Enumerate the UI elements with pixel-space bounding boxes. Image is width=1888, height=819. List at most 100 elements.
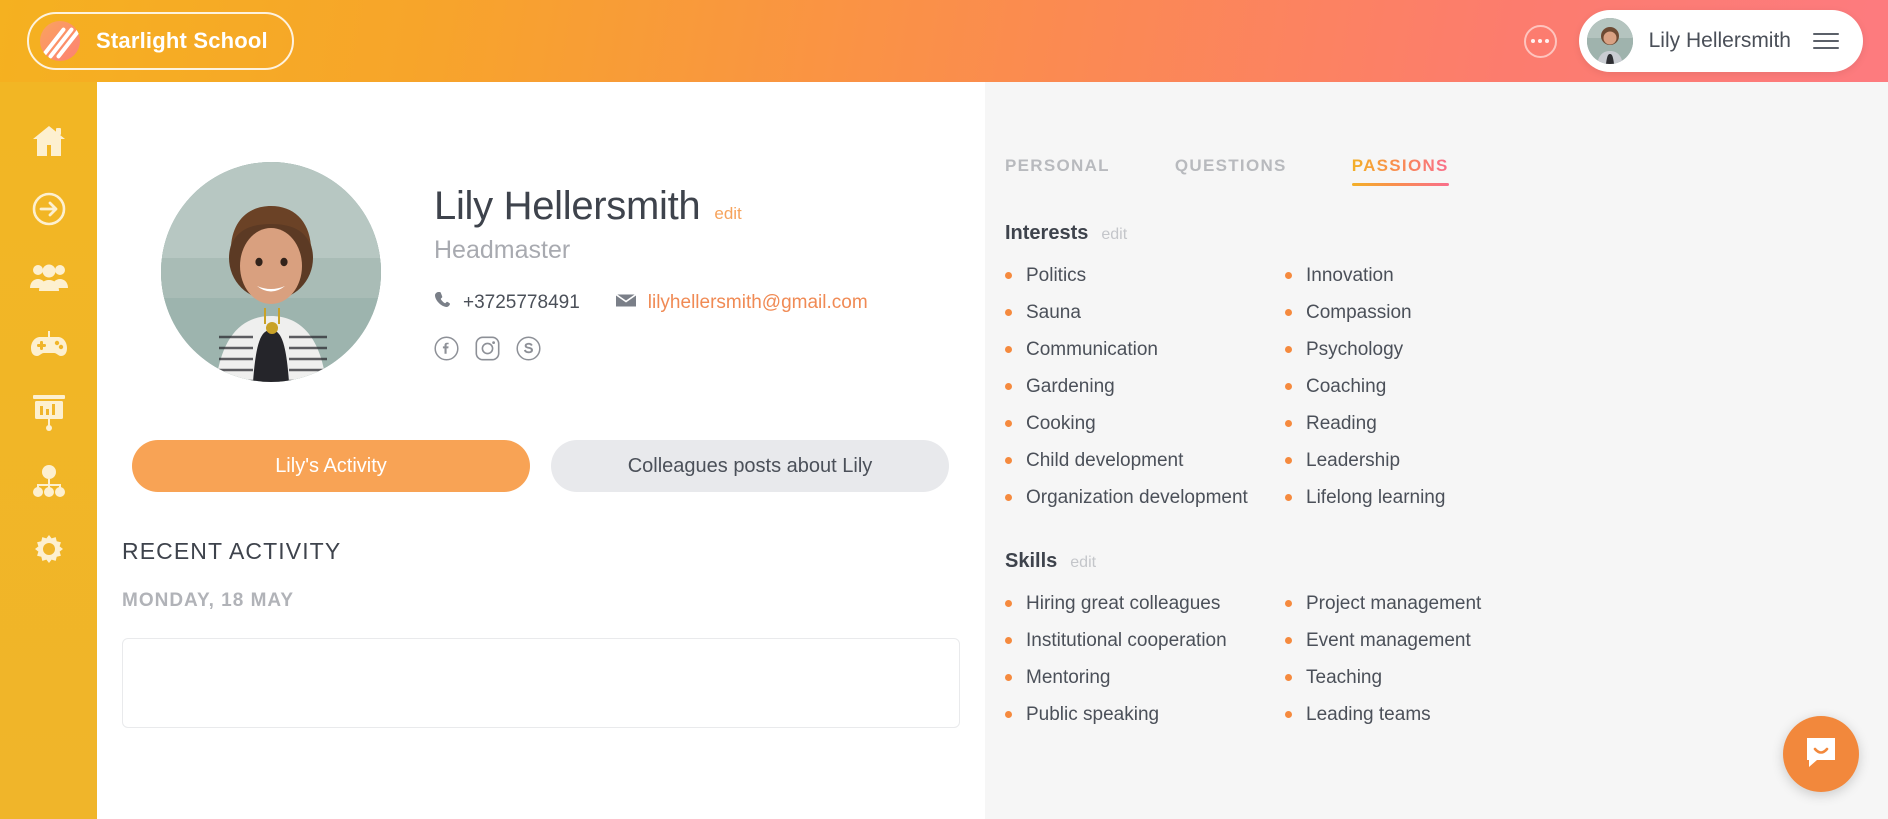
profile-name-row: Lily Hellersmith edit [434,184,868,229]
list-item: Leading teams [1285,696,1565,733]
skills-list: Hiring great colleagues Project manageme… [1005,585,1888,733]
list-item: Public speaking [1005,696,1285,733]
list-item: Cooking [1005,405,1285,442]
bullet-dot-icon [1005,494,1012,501]
email-address: lilyhellersmith@gmail.com [647,291,868,313]
sidebar-item-games[interactable] [17,326,81,368]
instagram-icon[interactable] [475,336,500,361]
avatar [1586,18,1633,64]
phone-contact[interactable]: +3725778491 [434,291,580,314]
brand-logo-button[interactable]: Starlight School [27,12,294,70]
list-item-label: Sauna [1026,301,1081,323]
sidebar-item-onboarding[interactable] [17,190,81,232]
sidebar-item-settings[interactable] [17,530,81,572]
sidebar-item-people[interactable] [17,258,81,300]
presentation-chart-icon [32,394,66,436]
interests-edit-link[interactable]: edit [1101,226,1127,244]
sidebar-item-structure[interactable] [17,462,81,504]
list-item: Mentoring [1005,659,1285,696]
list-item-label: Public speaking [1026,703,1160,725]
list-item: Institutional cooperation [1005,622,1285,659]
skills-edit-link[interactable]: edit [1070,554,1096,572]
profile-header: Lily Hellersmith edit Headmaster +372577… [97,82,985,382]
chat-launcher-button[interactable] [1783,716,1859,792]
tab-passions[interactable]: PASSIONS [1351,156,1449,186]
sidebar-item-reports[interactable] [17,394,81,436]
list-item: Leadership [1285,442,1565,479]
list-item: Communication [1005,331,1285,368]
list-item-label: Project management [1306,592,1482,614]
hamburger-menu-icon[interactable] [1813,33,1839,49]
colleagues-posts-button[interactable]: Colleagues posts about Lily [551,440,949,492]
activity-toggle-buttons: Lily's Activity Colleagues posts about L… [97,382,985,492]
bullet-dot-icon [1285,383,1292,390]
list-item: Innovation [1285,257,1565,294]
user-menu-name: Lily Hellersmith [1648,29,1791,52]
phone-icon [434,291,451,314]
skills-title: Skills [1005,550,1058,572]
gamepad-icon [30,330,68,364]
list-item-label: Event management [1306,629,1471,651]
profile-photo [161,162,381,382]
list-item-label: Lifelong learning [1306,486,1446,508]
interests-title: Interests [1005,222,1089,244]
lily-activity-button[interactable]: Lily's Activity [132,440,530,492]
bullet-dot-icon [1005,637,1012,644]
list-item: Reading [1285,405,1565,442]
bullet-dot-icon [1005,711,1012,718]
facebook-icon[interactable] [434,336,459,361]
bullet-dot-icon [1285,420,1292,427]
profile-role: Headmaster [434,236,571,264]
sidebar-nav [0,82,97,819]
skype-icon[interactable] [516,336,541,361]
recent-activity-date: MONDAY, 18 MAY [122,590,295,611]
bullet-dot-icon [1285,494,1292,501]
list-item-label: Gardening [1026,375,1115,397]
bullet-dot-icon [1285,346,1292,353]
details-tabs: PERSONAL QUESTIONS PASSIONS [985,82,1888,186]
profile-main-card: Lily Hellersmith edit Headmaster +372577… [97,82,985,819]
top-bar: Starlight School Lily Hellersmith [0,0,1888,82]
social-links [434,336,868,361]
bullet-dot-icon [1285,674,1292,681]
sidebar-item-home[interactable] [17,122,81,164]
list-item-label: Compassion [1306,301,1412,323]
list-item: Child development [1005,442,1285,479]
list-item: Sauna [1005,294,1285,331]
org-chart-icon [32,464,66,502]
list-item: Compassion [1285,294,1565,331]
list-item-label: Organization development [1026,486,1248,508]
list-item-label: Leading teams [1306,703,1431,725]
arrow-circle-icon [32,192,66,231]
tab-personal[interactable]: PERSONAL [1005,156,1110,186]
slash-stripes-logo-icon [40,21,80,61]
email-contact[interactable]: lilyhellersmith@gmail.com [615,291,868,314]
recent-activity-title: RECENT ACTIVITY [122,538,342,564]
tab-questions[interactable]: QUESTIONS [1175,156,1287,186]
list-item-label: Coaching [1306,375,1387,397]
envelope-icon [615,292,637,314]
edit-profile-link[interactable]: edit [714,204,741,224]
home-icon [31,124,67,163]
interests-heading-row: Interests edit [1005,222,1888,245]
list-item: Organization development [1005,479,1285,516]
contact-row: +3725778491 lilyhellersmith@gmail.com [434,291,868,314]
brand-name: Starlight School [96,28,268,53]
gear-icon [32,532,66,571]
user-menu-button[interactable]: Lily Hellersmith [1578,10,1863,72]
bullet-dot-icon [1005,309,1012,316]
people-group-icon [29,262,68,297]
list-item-label: Innovation [1306,264,1394,286]
bullet-dot-icon [1285,637,1292,644]
bullet-dot-icon [1285,272,1292,279]
list-item: Event management [1285,622,1565,659]
list-item-label: Politics [1026,264,1087,286]
list-item-label: Child development [1026,449,1184,471]
more-dots-icon[interactable] [1523,24,1557,58]
activity-post-card[interactable] [122,638,960,728]
list-item: Lifelong learning [1285,479,1565,516]
skills-heading-row: Skills edit [1005,550,1888,573]
bullet-dot-icon [1005,457,1012,464]
bullet-dot-icon [1005,272,1012,279]
bullet-dot-icon [1285,711,1292,718]
